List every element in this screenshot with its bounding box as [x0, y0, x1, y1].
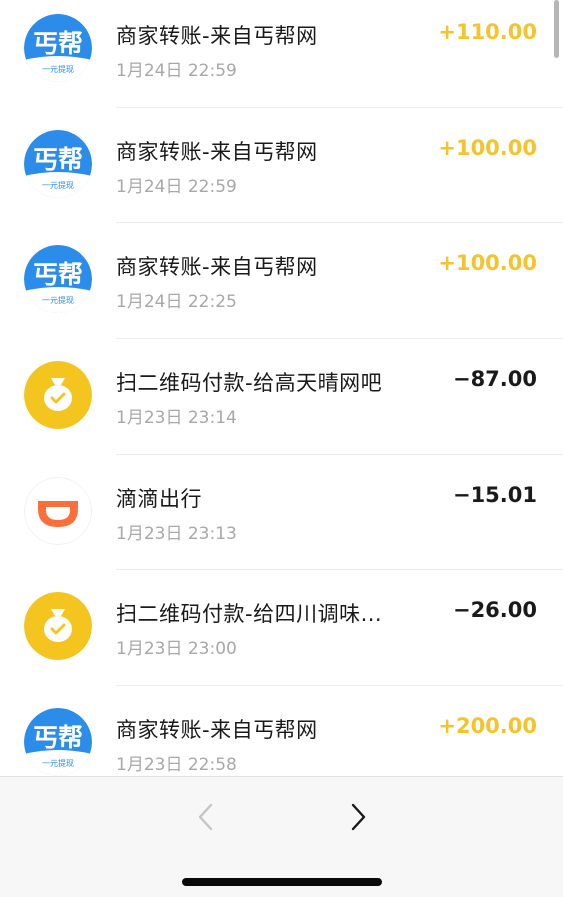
transaction-title: 滴滴出行 — [116, 486, 202, 511]
transaction-title: 扫二维码付款-给高天晴网吧 — [116, 371, 383, 396]
transaction-row[interactable]: 滴滴出行 1月23日 23:13 −15.01 — [0, 455, 563, 571]
transaction-amount: −87.00 — [452, 367, 537, 392]
transaction-title: 商家转账-来自丐帮网 — [116, 718, 318, 743]
logo-subtext: 一元提现 — [42, 295, 74, 305]
transaction-amount: +100.00 — [438, 135, 537, 160]
transaction-row[interactable]: 丐帮 一元提现 商家转账-来自丐帮网 1月23日 22:58 +200.00 — [0, 686, 563, 776]
merchant-avatar — [24, 361, 92, 430]
transaction-title: 扫二维码付款-给四川调味... — [116, 602, 383, 627]
chevron-left-icon — [198, 803, 213, 831]
merchant-avatar: 丐帮 一元提现 — [24, 708, 92, 776]
transaction-amount: +110.00 — [438, 20, 537, 44]
merchant-avatar: 丐帮 一元提现 — [24, 14, 92, 82]
back-button[interactable] — [186, 797, 226, 837]
transaction-time: 1月23日 23:00 — [116, 639, 237, 660]
money-bag-icon — [24, 361, 92, 430]
transaction-list[interactable]: 丐帮 一元提现 商家转账-来自丐帮网 1月24日 22:59 +110.00 丐帮 一元提现… — [0, 0, 563, 776]
merchant-avatar: 丐帮 一元提现 — [24, 129, 92, 198]
logo-text: 丐帮 — [33, 723, 83, 752]
bottom-toolbar — [0, 776, 563, 897]
merchant-avatar — [24, 476, 92, 545]
transaction-time: 1月24日 22:59 — [116, 61, 237, 81]
transaction-row[interactable]: 丐帮 一元提现 商家转账-来自丐帮网 1月24日 22:59 +110.00 — [0, 0, 563, 108]
transaction-row[interactable]: 扫二维码付款-给高天晴网吧 1月23日 23:14 −87.00 — [0, 339, 563, 455]
transaction-amount: +100.00 — [438, 251, 537, 276]
bangbang-logo-icon: 丐帮一元提现 — [24, 708, 92, 776]
forward-button[interactable] — [338, 797, 378, 837]
transaction-row[interactable]: 丐帮 一元提现 商家转账-来自丐帮网 1月24日 22:59 +100.00 — [0, 108, 563, 224]
transaction-amount: +200.00 — [438, 714, 537, 739]
transaction-time: 1月23日 23:13 — [116, 523, 237, 544]
chevron-right-icon — [351, 803, 366, 831]
transaction-time: 1月23日 23:14 — [116, 408, 237, 429]
logo-subtext: 一元提现 — [42, 64, 74, 74]
logo-text: 丐帮 — [33, 260, 83, 289]
transaction-amount: −26.00 — [452, 598, 537, 623]
transaction-time: 1月24日 22:25 — [116, 292, 237, 313]
didi-logo-icon — [24, 476, 92, 545]
transaction-title: 商家转账-来自丐帮网 — [116, 255, 318, 280]
transaction-title: 商家转账-来自丐帮网 — [116, 139, 318, 164]
bangbang-logo-icon: 丐帮一元提现 — [24, 129, 92, 198]
home-indicator[interactable] — [182, 878, 382, 886]
transaction-time: 1月23日 22:58 — [116, 755, 237, 776]
logo-subtext: 一元提现 — [42, 758, 74, 768]
scrollbar[interactable] — [554, 0, 559, 58]
merchant-avatar — [24, 592, 92, 661]
logo-text: 丐帮 — [33, 145, 83, 174]
logo-text: 丐帮 — [33, 29, 83, 58]
transaction-amount: −15.01 — [452, 482, 537, 507]
transaction-title: 商家转账-来自丐帮网 — [116, 24, 318, 48]
logo-subtext: 一元提现 — [42, 180, 74, 190]
wechat-bill-screen: 丐帮 一元提现 商家转账-来自丐帮网 1月24日 22:59 +110.00 丐帮 一元提现… — [0, 0, 563, 897]
transaction-row[interactable]: 扫二维码付款-给四川调味... 1月23日 23:00 −26.00 — [0, 570, 563, 687]
bangbang-logo-icon: 丐帮一元提现 — [24, 245, 92, 314]
transaction-time: 1月24日 22:59 — [116, 176, 237, 197]
merchant-avatar: 丐帮 一元提现 — [24, 245, 92, 314]
transaction-row[interactable]: 丐帮 一元提现 商家转账-来自丐帮网 1月24日 22:25 +100.00 — [0, 223, 563, 340]
money-bag-icon — [24, 592, 92, 661]
bangbang-logo-icon: 丐帮一元提现 — [24, 14, 92, 82]
